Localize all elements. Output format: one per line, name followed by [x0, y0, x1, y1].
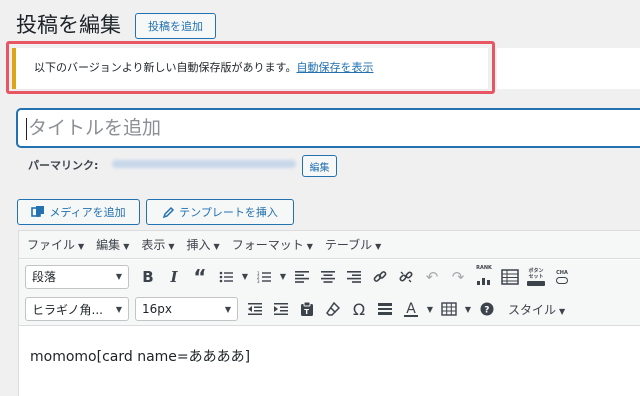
- editor-content[interactable]: momomo[card name=ああああ]: [30, 346, 250, 366]
- outdent-icon[interactable]: [242, 297, 268, 321]
- media-icon: [31, 206, 45, 217]
- cha-icon[interactable]: CHA: [549, 265, 575, 289]
- page-title: 投稿を編集: [16, 13, 121, 37]
- align-right-icon[interactable]: [341, 265, 367, 289]
- insert-template-button[interactable]: テンプレートを挿入: [146, 199, 294, 225]
- permalink-label: パーマリンク:: [28, 159, 99, 172]
- align-left-icon[interactable]: [289, 265, 315, 289]
- numbered-list-icon[interactable]: 123: [251, 265, 277, 289]
- add-new-post-button[interactable]: 投稿を追加: [135, 13, 216, 39]
- style-dropdown-label: スタイル: [508, 302, 557, 317]
- menu-edit-label: 編集: [96, 238, 121, 252]
- font-size-select[interactable]: 16px ▼: [135, 297, 238, 321]
- align-center-icon[interactable]: [315, 265, 341, 289]
- menu-table[interactable]: テーブル ▼: [325, 236, 381, 253]
- blockquote-icon[interactable]: “: [187, 265, 213, 289]
- menu-view-label: 表示: [141, 238, 166, 252]
- format-select[interactable]: 段落 ▼: [25, 264, 129, 289]
- undo-icon[interactable]: ↶: [419, 265, 445, 289]
- horizontal-line-icon[interactable]: [372, 297, 398, 321]
- cha-label: CHA: [556, 269, 568, 276]
- bullet-list-icon[interactable]: [213, 265, 239, 289]
- special-character-icon[interactable]: Ω: [346, 297, 372, 321]
- paste-text-icon[interactable]: T: [294, 297, 320, 321]
- format-select-value: 段落: [32, 270, 57, 284]
- add-media-button[interactable]: メディアを追加: [17, 199, 140, 225]
- editor-toolbar-row2: ヒラギノ角... ▼ 16px ▼ T Ω A ▼ ▼ ? スタイル ▼: [19, 293, 640, 326]
- style-dropdown[interactable]: スタイル ▼: [508, 301, 565, 318]
- indent-icon[interactable]: [268, 297, 294, 321]
- help-icon[interactable]: ?: [474, 297, 500, 321]
- redo-icon[interactable]: ↷: [445, 265, 471, 289]
- table-grid-icon[interactable]: [497, 265, 523, 289]
- highlight-box: [6, 41, 495, 94]
- eraser-icon[interactable]: [320, 297, 346, 321]
- numbered-list-dropdown-icon[interactable]: ▼: [277, 265, 289, 289]
- button-set-label: ボタン セット: [528, 267, 544, 280]
- rank-icon[interactable]: RANK: [471, 265, 497, 289]
- menu-table-label: テーブル: [324, 238, 373, 252]
- svg-text:T: T: [304, 308, 309, 316]
- menu-file-label: ファイル: [27, 238, 76, 252]
- rank-label: RANK: [476, 264, 492, 271]
- title-placeholder: タイトルを追加: [28, 117, 162, 139]
- menu-insert-label: 挿入: [186, 238, 211, 252]
- font-family-value: ヒラギノ角...: [32, 302, 103, 317]
- font-size-value: 16px: [142, 302, 172, 316]
- add-media-label: メディアを追加: [49, 206, 126, 219]
- editor-menubar: ファイル ▼ 編集 ▼ 表示 ▼ 挿入 ▼ フォーマット ▼ テーブル ▼: [19, 231, 640, 259]
- bullet-list-dropdown-icon[interactable]: ▼: [239, 265, 251, 289]
- text-color-icon[interactable]: A: [398, 297, 424, 321]
- button-set-icon[interactable]: ボタン セット: [523, 265, 549, 289]
- menu-insert[interactable]: 挿入 ▼: [187, 236, 220, 253]
- unlink-icon[interactable]: [393, 265, 419, 289]
- editor-toolbar-row1: 段落 ▼ B I “ ▼ 123 ▼ ↶ ↷ RANK ボタン セット CHA: [19, 260, 640, 293]
- insert-template-label: テンプレートを挿入: [179, 206, 278, 219]
- notice-strip: [497, 48, 640, 89]
- permalink-edit-button[interactable]: 編集: [302, 155, 337, 177]
- text-color-dropdown-icon[interactable]: ▼: [424, 297, 436, 321]
- table-dropdown-icon[interactable]: ▼: [462, 297, 474, 321]
- bold-icon[interactable]: B: [135, 265, 161, 289]
- menu-format[interactable]: フォーマット ▼: [232, 236, 313, 253]
- table-icon[interactable]: [436, 297, 462, 321]
- link-icon[interactable]: [367, 265, 393, 289]
- menu-file[interactable]: ファイル ▼: [27, 236, 84, 253]
- menu-edit[interactable]: 編集 ▼: [96, 236, 129, 253]
- svg-text:?: ?: [484, 306, 489, 316]
- text-caret: [26, 118, 27, 140]
- svg-text:3: 3: [257, 279, 260, 283]
- menu-view[interactable]: 表示 ▼: [141, 236, 174, 253]
- permalink-url-blurred[interactable]: [112, 160, 296, 168]
- menu-format-label: フォーマット: [231, 238, 304, 252]
- font-family-select[interactable]: ヒラギノ角... ▼: [25, 297, 129, 321]
- italic-icon[interactable]: I: [161, 265, 187, 289]
- pencil-icon: [162, 206, 175, 218]
